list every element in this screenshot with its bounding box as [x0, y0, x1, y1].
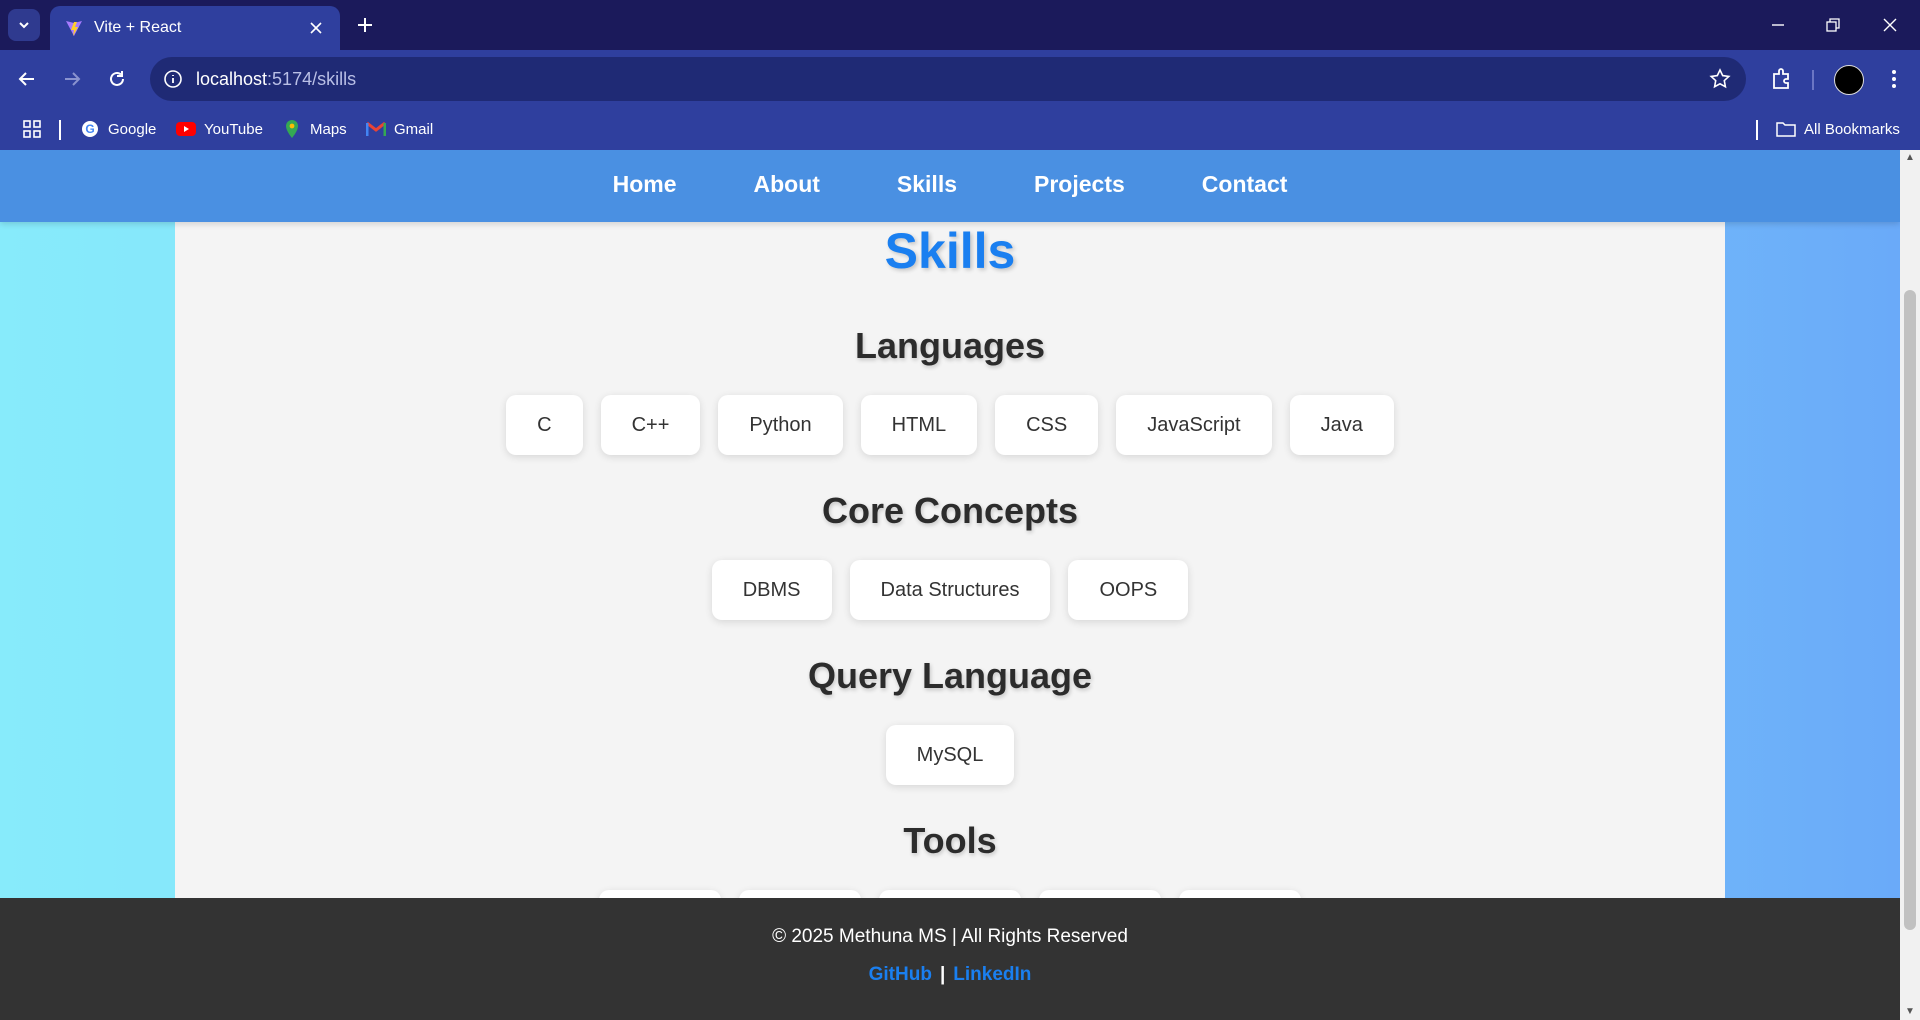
footer-copyright: © 2025 Methuna MS | All Rights Reserved	[772, 926, 1128, 947]
bookmark-maps[interactable]: Maps	[282, 119, 347, 139]
plus-icon	[358, 18, 372, 32]
url-host: localhost	[196, 69, 268, 89]
forward-button[interactable]	[58, 65, 86, 93]
skill-chip: C++	[600, 395, 701, 455]
bookmark-label: YouTube	[204, 120, 263, 138]
all-bookmarks-button[interactable]: All Bookmarks	[1776, 119, 1900, 139]
close-icon	[1883, 18, 1897, 32]
skill-chip: MySQL	[885, 725, 1015, 785]
vite-logo-icon	[66, 21, 82, 36]
minimize-icon	[1772, 24, 1784, 26]
browser-tab-strip: Vite + React	[0, 0, 1920, 50]
skill-chip: Python	[718, 395, 843, 455]
browser-toolbar: localhost:5174/skills	[0, 50, 1920, 108]
nav-skills[interactable]: Skills	[897, 171, 957, 198]
more-vertical-icon[interactable]	[1880, 65, 1908, 93]
nav-projects[interactable]: Projects	[1034, 171, 1125, 198]
bookmark-label: Google	[108, 120, 157, 138]
nav-contact[interactable]: Contact	[1202, 171, 1288, 198]
google-icon: G	[80, 119, 100, 139]
browser-tab[interactable]: Vite + React	[50, 6, 340, 50]
close-tab-icon[interactable]	[306, 18, 326, 38]
reload-button[interactable]	[103, 65, 131, 93]
restore-icon	[1826, 18, 1840, 32]
bookmark-google[interactable]: G Google	[80, 119, 156, 139]
extensions-icon[interactable]	[1768, 65, 1796, 93]
reload-icon	[110, 71, 124, 86]
url-text: localhost:5174/skills	[196, 69, 356, 90]
new-tab-button[interactable]	[352, 12, 378, 38]
bookmark-label: Maps	[310, 120, 347, 138]
scroll-down-icon[interactable]: ▼	[1904, 1006, 1916, 1018]
maps-icon	[282, 119, 302, 139]
nav-about[interactable]: About	[753, 171, 819, 198]
skill-chip: OOPS	[1068, 560, 1189, 620]
bookmark-gmail[interactable]: Gmail	[366, 119, 433, 139]
close-window-button[interactable]	[1877, 12, 1903, 38]
section-heading-languages: Languages	[854, 325, 1046, 366]
skill-chip: CSS	[995, 395, 1099, 455]
bookmarks-bar: G Google YouTube Maps Gmail All Bookmark…	[0, 108, 1920, 150]
section-heading-tools: Tools	[903, 820, 997, 861]
chip-list-languages: C C++ Python HTML CSS JavaScript Java	[0, 395, 1900, 455]
page-title: Skills	[884, 223, 1016, 279]
scrollbar-thumb[interactable]	[1904, 290, 1916, 930]
tab-title: Vite + React	[94, 19, 182, 36]
bookmark-star-icon[interactable]	[1708, 67, 1732, 91]
tab-search-button[interactable]	[8, 9, 40, 41]
section-heading-query-language: Query Language	[807, 655, 1093, 696]
nav-home[interactable]: Home	[613, 171, 677, 198]
apps-button[interactable]	[22, 119, 42, 139]
all-bookmarks-label: All Bookmarks	[1804, 120, 1900, 138]
skill-chip: DBMS	[711, 560, 832, 620]
svg-text:G: G	[85, 122, 94, 136]
restore-button[interactable]	[1820, 12, 1846, 38]
apps-grid-icon	[23, 120, 41, 138]
page-viewport: Home About Skills Projects Contact Skill…	[0, 150, 1900, 1020]
footer-separator: |	[939, 964, 946, 985]
footer-link-linkedin[interactable]: LinkedIn	[953, 964, 1031, 985]
bookmark-youtube[interactable]: YouTube	[176, 119, 263, 139]
bookmarks-divider	[59, 120, 61, 140]
arrow-right-icon	[65, 72, 81, 86]
back-button[interactable]	[13, 65, 41, 93]
minimize-button[interactable]	[1765, 12, 1791, 38]
gmail-icon	[366, 119, 386, 139]
site-info-icon[interactable]	[162, 68, 184, 90]
youtube-icon	[176, 119, 196, 139]
section-heading-core-concepts: Core Concepts	[821, 490, 1079, 531]
skill-chip: Data Structures	[849, 560, 1051, 620]
chip-list-core-concepts: DBMS Data Structures OOPS	[0, 560, 1900, 620]
footer-link-github[interactable]: GitHub	[869, 964, 932, 985]
skill-chip: JavaScript	[1116, 395, 1272, 455]
toolbar-divider	[1812, 70, 1814, 90]
profile-avatar[interactable]	[1834, 65, 1864, 95]
skill-chip: Java	[1289, 395, 1394, 455]
address-bar[interactable]: localhost:5174/skills	[150, 57, 1746, 101]
site-navbar: Home About Skills Projects Contact	[0, 150, 1900, 222]
bookmarks-divider-right	[1756, 120, 1758, 140]
arrow-left-icon	[18, 72, 34, 86]
skill-chip: HTML	[860, 395, 978, 455]
page-scrollbar[interactable]: ▲ ▼	[1900, 150, 1920, 1020]
scroll-up-icon[interactable]: ▲	[1904, 152, 1916, 164]
chip-list-query-language: MySQL	[0, 725, 1900, 785]
folder-icon	[1776, 119, 1796, 139]
bookmark-label: Gmail	[394, 120, 434, 138]
site-footer: © 2025 Methuna MS | All Rights Reserved …	[0, 898, 1900, 1020]
skill-chip: C	[506, 395, 583, 455]
chevron-down-icon	[19, 22, 29, 29]
url-path: :5174/skills	[267, 69, 357, 89]
